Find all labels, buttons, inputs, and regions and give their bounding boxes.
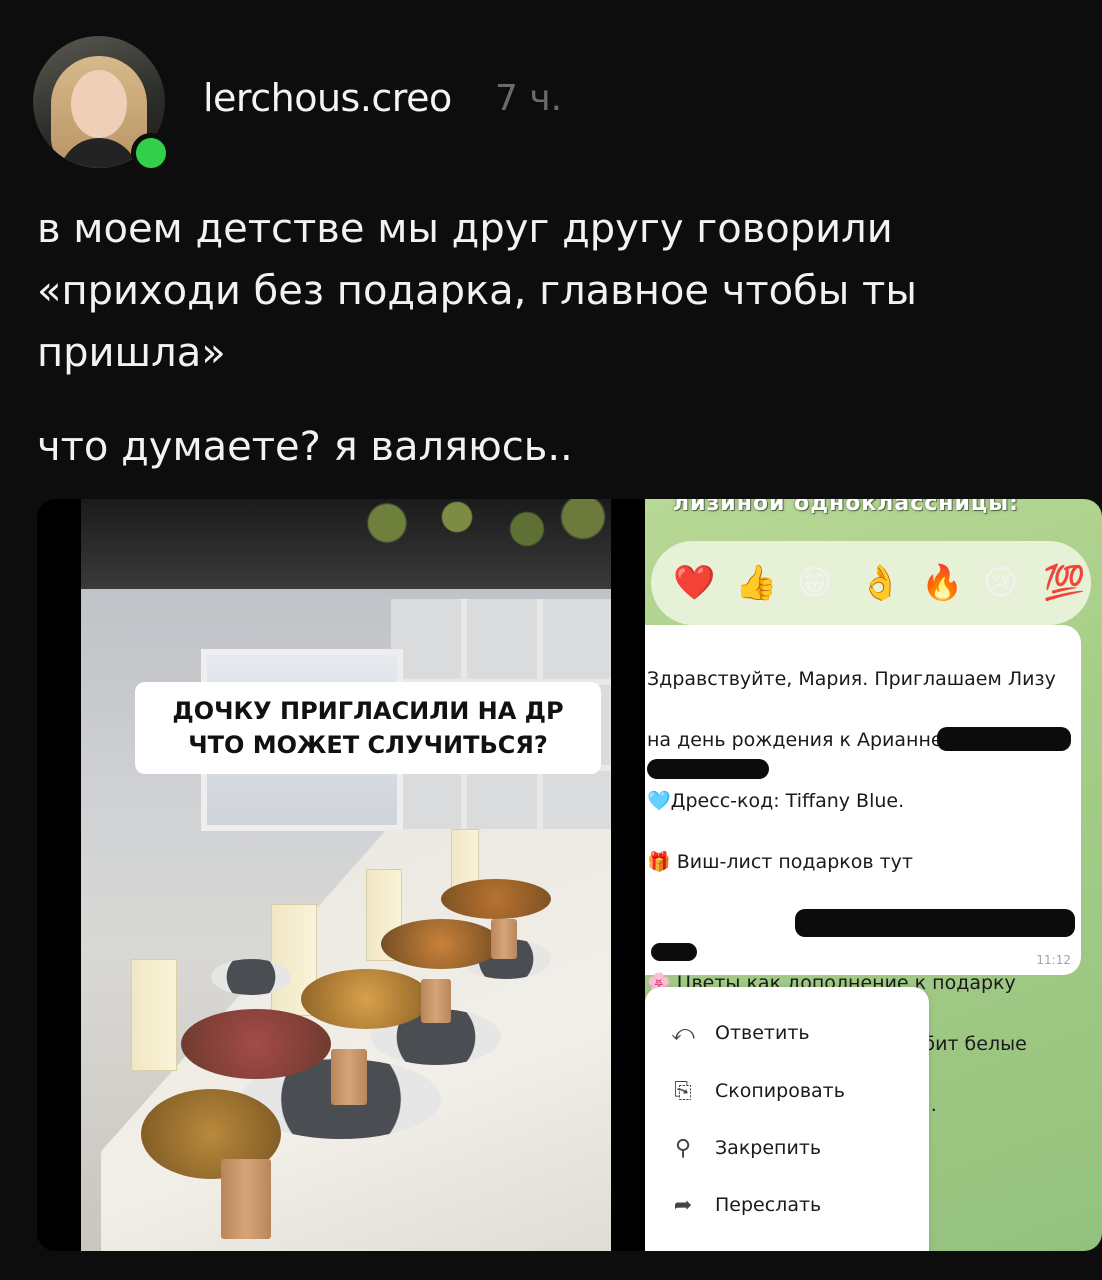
message-line: 🩵Дресс-код: Tiffany Blue.: [647, 789, 905, 812]
food-platter: [181, 1009, 331, 1079]
paper-cup: [331, 1049, 367, 1105]
menu-item-label: Закрепить: [715, 1137, 822, 1159]
post-text-paragraph-2: что думаете? я валяюсь..: [37, 424, 573, 470]
menu-item-label: Скопировать: [715, 1080, 845, 1102]
online-status-dot: [131, 133, 171, 173]
reply-icon: ⤺: [671, 1020, 695, 1046]
menu-item-label: Переслать: [715, 1194, 822, 1216]
post-media[interactable]: ДОЧКУ ПРИГЛАСИЛИ НА ДР ЧТО МОЖЕТ СЛУЧИТЬ…: [37, 499, 1102, 1251]
post-header: lerchous.creo 7 ч.: [33, 36, 1073, 173]
caption-line-1: ДОЧКУ ПРИГЛАСИЛИ НА ДР: [172, 697, 564, 725]
grin-reaction-icon[interactable]: 😁: [797, 561, 832, 605]
menu-item-copy[interactable]: ⎘ Скопировать: [665, 1071, 925, 1111]
hundred-reaction-icon[interactable]: 💯: [1043, 561, 1085, 605]
paper-cup: [491, 919, 517, 959]
fire-reaction-icon[interactable]: 🔥: [921, 561, 963, 605]
food-platter: [381, 919, 501, 969]
paper-cup: [221, 1159, 271, 1239]
message-time: 11:12: [1036, 953, 1071, 967]
reactions-bar: ❤️ 👍 😁 👌 🔥 😢 💯: [651, 541, 1091, 625]
menu-item-reply[interactable]: ⤺ Ответить: [665, 1013, 925, 1053]
message-line: 🎁 Виш-лист подарков тут: [647, 850, 913, 873]
chat-screenshot[interactable]: лизиной одноклассницы: ❤️ 👍 😁 👌 🔥 😢 💯 Зд…: [645, 499, 1102, 1251]
message-bubble[interactable]: Здравствуйте, Мария. Приглашаем Лизу на …: [645, 625, 1081, 1238]
food-platter: [301, 969, 431, 1029]
username[interactable]: lerchous.creo: [203, 76, 452, 120]
chat-header: лизиной одноклассницы:: [673, 499, 1019, 516]
menu-item-pin[interactable]: ⚲ Закрепить: [665, 1128, 925, 1168]
ok-hand-reaction-icon[interactable]: 👌: [859, 561, 901, 605]
avatar-face: [71, 70, 127, 138]
food-platter: [441, 879, 551, 919]
redaction-mark: [647, 759, 769, 779]
copy-icon: ⎘: [674, 1078, 692, 1104]
thumbs-up-reaction-icon[interactable]: 👍: [735, 561, 777, 605]
caption-line-2: ЧТО МОЖЕТ СЛУЧИТЬСЯ?: [188, 731, 548, 759]
pin-icon: ⚲: [674, 1135, 692, 1161]
context-menu: ⤺ Ответить ⎘ Скопировать ⚲ Закрепить ➦ П…: [645, 987, 929, 1251]
plate: [211, 959, 291, 995]
heart-reaction-icon[interactable]: ❤️: [673, 561, 715, 605]
paper-cup: [421, 979, 451, 1023]
garland: [331, 499, 611, 559]
crying-reaction-icon[interactable]: 😢: [983, 561, 1018, 605]
menu-item-forward[interactable]: ➦ Переслать: [665, 1185, 925, 1225]
post-text-paragraph-1: в моем детстве мы друг другу говорили «п…: [37, 206, 917, 376]
video-caption: ДОЧКУ ПРИГЛАСИЛИ НА ДР ЧТО МОЖЕТ СЛУЧИТЬ…: [135, 682, 601, 774]
party-video-frame[interactable]: ДОЧКУ ПРИГЛАСИЛИ НА ДР ЧТО МОЖЕТ СЛУЧИТЬ…: [81, 499, 611, 1251]
forward-icon: ➦: [673, 1192, 693, 1218]
redaction-mark: [651, 943, 697, 961]
message-line: Здравствуйте, Мария. Приглашаем Лизу: [647, 667, 1056, 690]
menu-item-label: Ответить: [715, 1022, 810, 1044]
redaction-mark: [937, 727, 1071, 751]
redaction-mark: [795, 909, 1075, 937]
post-time: 7 ч.: [495, 78, 563, 119]
juice-box: [131, 959, 177, 1071]
